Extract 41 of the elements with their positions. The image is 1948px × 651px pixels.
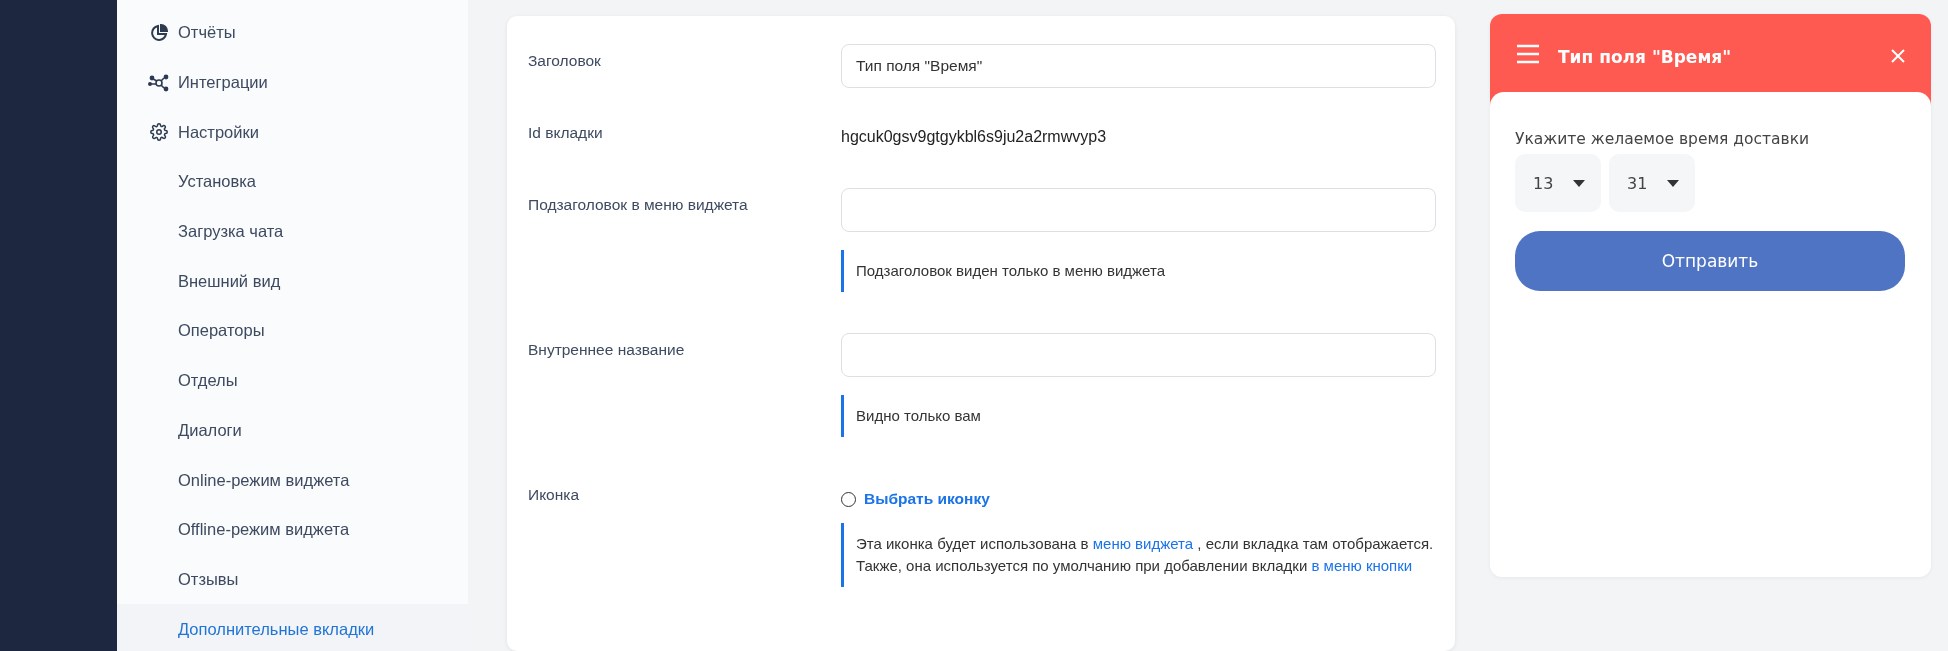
sidebar-subitem[interactable]: Внешний вид [117, 256, 468, 307]
time-select[interactable]: 13 [1515, 154, 1601, 212]
delivery-time-prompt: Укажите желаемое время доставки [1515, 130, 1811, 148]
sidebar-subitem[interactable]: Offline-режим виджета [117, 504, 468, 555]
sidebar-subitem[interactable]: Установка [117, 157, 468, 207]
field-label: Иконка [528, 485, 581, 504]
nodes-icon [148, 73, 170, 92]
sidebar-subitem[interactable]: Отзывы [117, 554, 468, 605]
sidebar-subitem[interactable]: Загрузка чата [117, 206, 468, 257]
field-label: Внутреннее название [528, 340, 686, 359]
sidebar-item[interactable]: Настройки [117, 107, 468, 158]
close-icon[interactable] [1891, 49, 1905, 63]
gear-icon [150, 123, 168, 142]
field-label: Подзаголовок в меню виджета [528, 195, 749, 214]
text-field[interactable]: Тип поля "Время" [841, 44, 1436, 88]
text-field[interactable] [841, 333, 1436, 377]
widget-title: Тип поля "Время" [1558, 46, 1733, 68]
sidebar-subitem[interactable]: Online-режим виджета [117, 455, 468, 505]
dropdown-caret-icon [1573, 179, 1586, 187]
time-select[interactable]: 31 [1609, 154, 1695, 212]
tab-id-text: hgcuk0gsv9gtgykbl6s9ju2a2rmwvyp3 [841, 127, 1108, 147]
sidebar-item[interactable]: Интеграции [117, 57, 468, 108]
sidebar-subitem[interactable]: Дополнительные вкладки [117, 604, 468, 651]
dropdown-caret-icon [1667, 179, 1680, 187]
choose-icon-link[interactable]: Выбрать иконку [864, 490, 990, 508]
hint-text: Эта иконка будет использована в меню виджета , если вкладка там отображается. [856, 534, 1435, 554]
menu-icon[interactable] [1516, 44, 1540, 64]
sidebar-subitem[interactable]: Диалоги [117, 405, 468, 456]
hint-text: Видно только вам [856, 406, 982, 426]
field-label: Id вкладки [528, 123, 604, 142]
field-label: Заголовок [528, 51, 602, 70]
hint-text: Также, она используется по умолчанию при добавлении вкладки в меню кнопки [856, 556, 1414, 576]
sidebar-subitem[interactable]: Отделы [117, 355, 468, 406]
text-field[interactable] [841, 188, 1436, 232]
hint-text: Подзаголовок виден только в меню виджета [856, 261, 1166, 281]
hint-link[interactable]: меню виджета [1092, 535, 1194, 552]
hint-link[interactable]: в меню кнопки [1311, 557, 1413, 574]
submit-button[interactable]: Отправить [1515, 231, 1905, 291]
sidebar-item[interactable]: Отчёты [117, 8, 468, 58]
pie-chart-icon [150, 23, 168, 42]
sidebar-subitem[interactable]: Операторы [117, 306, 468, 356]
